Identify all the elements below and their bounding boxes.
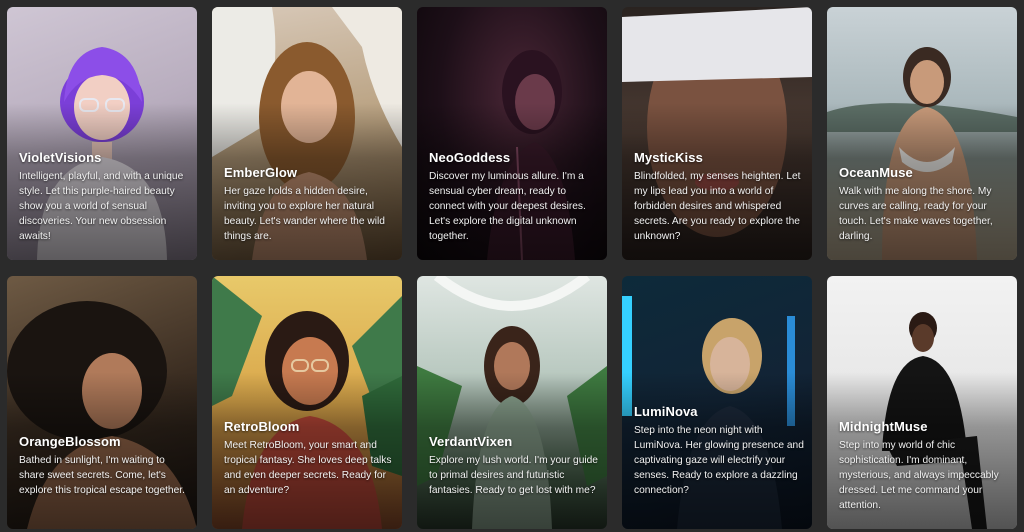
character-card-orangeblossom[interactable]: OrangeBlossom Bathed in sunlight, I'm wa…: [7, 276, 197, 529]
card-text: NeoGoddess Discover my luminous allure. …: [429, 150, 599, 244]
character-description: Meet RetroBloom, your smart and tropical…: [224, 440, 392, 496]
character-name: OceanMuse: [839, 165, 913, 180]
character-name: MysticKiss: [634, 150, 703, 165]
character-card-midnightmuse[interactable]: MidnightMuse Step into my world of chic …: [827, 276, 1017, 529]
character-card-emberglow[interactable]: EmberGlow Her gaze holds a hidden desire…: [212, 7, 402, 260]
character-name: MidnightMuse: [839, 419, 928, 434]
card-text: VerdantVixen Explore my lush world. I'm …: [429, 434, 599, 498]
character-card-mystickiss[interactable]: MysticKiss Blindfolded, my senses height…: [622, 7, 812, 260]
character-grid: VioletVisions Intelligent, playful, and …: [0, 0, 1024, 532]
character-description: Discover my luminous allure. I'm a sensu…: [429, 171, 586, 242]
card-text: VioletVisions Intelligent, playful, and …: [19, 150, 189, 244]
character-card-violetvisions[interactable]: VioletVisions Intelligent, playful, and …: [7, 7, 197, 260]
character-name: NeoGoddess: [429, 150, 511, 165]
character-description: Blindfolded, my senses heighten. Let my …: [634, 171, 801, 242]
character-description: Walk with me along the shore. My curves …: [839, 186, 993, 242]
character-description: Step into the neon night with LumiNova. …: [634, 425, 804, 496]
character-name: VerdantVixen: [429, 434, 513, 449]
card-text: LumiNova Step into the neon night with L…: [634, 404, 804, 498]
character-card-oceanmuse[interactable]: OceanMuse Walk with me along the shore. …: [827, 7, 1017, 260]
card-text: MidnightMuse Step into my world of chic …: [839, 419, 1009, 513]
character-name: RetroBloom: [224, 419, 300, 434]
card-text: EmberGlow Her gaze holds a hidden desire…: [224, 165, 394, 244]
character-description: Her gaze holds a hidden desire, inviting…: [224, 186, 385, 242]
character-description: Intelligent, playful, and with a unique …: [19, 171, 184, 242]
card-text: RetroBloom Meet RetroBloom, your smart a…: [224, 419, 394, 498]
character-card-verdantvixen[interactable]: VerdantVixen Explore my lush world. I'm …: [417, 276, 607, 529]
character-name: OrangeBlossom: [19, 434, 121, 449]
character-description: Step into my world of chic sophisticatio…: [839, 440, 999, 511]
character-card-retrobloom[interactable]: RetroBloom Meet RetroBloom, your smart a…: [212, 276, 402, 529]
character-name: EmberGlow: [224, 165, 298, 180]
character-name: VioletVisions: [19, 150, 102, 165]
card-text: MysticKiss Blindfolded, my senses height…: [634, 150, 804, 244]
card-text: OceanMuse Walk with me along the shore. …: [839, 165, 1009, 244]
card-text: OrangeBlossom Bathed in sunlight, I'm wa…: [19, 434, 189, 498]
character-description: Bathed in sunlight, I'm waiting to share…: [19, 455, 185, 496]
character-card-luminova[interactable]: LumiNova Step into the neon night with L…: [622, 276, 812, 529]
character-card-neogoddess[interactable]: NeoGoddess Discover my luminous allure. …: [417, 7, 607, 260]
character-name: LumiNova: [634, 404, 698, 419]
character-description: Explore my lush world. I'm your guide to…: [429, 455, 598, 496]
